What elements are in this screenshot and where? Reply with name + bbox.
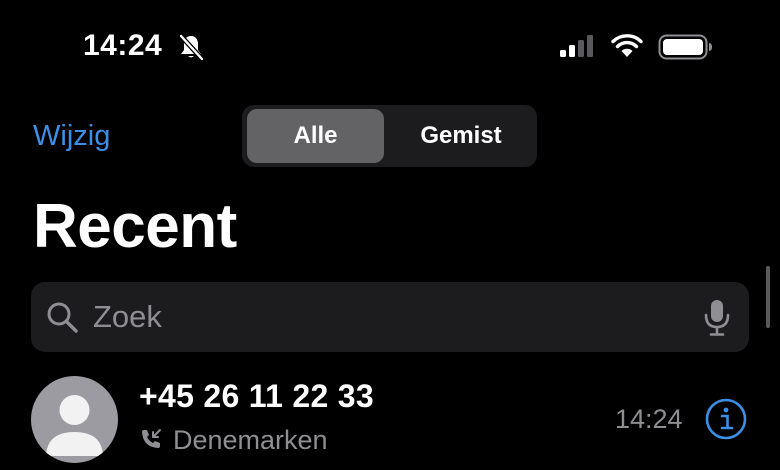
phone-screen: 14:24 Wijzig Alle Gemist Recent Zoek +45… [0,0,780,470]
person-silhouette-icon [46,395,103,456]
mic-icon[interactable] [703,299,731,337]
segment-missed[interactable]: Gemist [390,109,532,163]
signal-icon [560,35,593,57]
search-placeholder: Zoek [93,299,162,334]
edit-button[interactable]: Wijzig [33,118,110,154]
battery-icon [658,34,712,60]
search-icon [47,302,78,333]
avatar[interactable] [31,376,118,463]
scroll-indicator[interactable] [766,266,770,328]
call-filter-segmented-control: Alle Gemist [242,105,537,167]
phone-incoming-icon [142,429,161,448]
status-time: 14:24 [83,29,163,62]
segment-all[interactable]: Alle [247,109,384,163]
bell-slash-icon [179,34,204,61]
call-time: 14:24 [615,404,683,434]
contact-name[interactable]: +45 26 11 22 33 [139,376,374,416]
search-input[interactable]: Zoek [31,282,749,352]
page-title: Recent [33,192,237,261]
wifi-icon [611,34,643,57]
info-icon[interactable] [704,397,748,441]
contact-subtitle: Denemarken [173,425,328,455]
